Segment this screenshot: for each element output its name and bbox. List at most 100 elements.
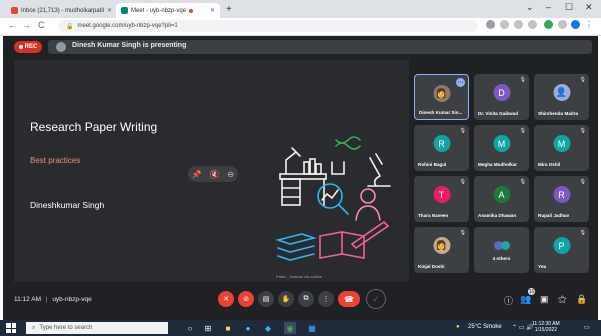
edge-icon[interactable]: ● — [242, 322, 254, 334]
avatar: T — [433, 186, 450, 203]
chat-icon[interactable]: ▣ — [540, 294, 549, 305]
slide-caption: Paths - Instead via outline — [276, 274, 323, 279]
maximize-icon[interactable]: ☐ — [565, 2, 573, 13]
cortana-icon[interactable]: ○ — [184, 322, 196, 334]
check-button[interactable]: ✓ — [366, 289, 386, 309]
close-icon[interactable]: ✕ — [210, 7, 215, 14]
search-icon[interactable] — [500, 20, 509, 29]
mic-off-icon: 🎙 — [579, 179, 586, 185]
tab-meet-label: Meet - uyb-nbzp-vqe — [131, 7, 187, 14]
forward-button[interactable]: → — [22, 20, 31, 30]
profile-avatar[interactable] — [571, 20, 580, 29]
check-icon: ✓ — [372, 293, 380, 304]
info-icon[interactable]: ⓘ — [504, 294, 513, 307]
participant-tile-self[interactable]: 🎙 P You — [534, 227, 589, 273]
host-controls-icon[interactable]: 🔒 — [576, 294, 587, 305]
recording-badge: REC — [14, 41, 42, 53]
more-options-button[interactable]: ⋮ — [318, 291, 334, 307]
mic-toggle-button[interactable]: ✕ — [218, 291, 234, 307]
avatar: P — [553, 237, 570, 254]
more-options-icon[interactable]: ⋯ — [456, 78, 465, 87]
camera-icon[interactable] — [486, 20, 495, 29]
presenter-avatar — [56, 42, 66, 52]
chrome-icon[interactable]: ◉ — [284, 322, 296, 334]
mic-off-icon: 🎙 — [459, 230, 466, 236]
present-button[interactable]: ⧉ — [298, 291, 314, 307]
others-avatars — [490, 237, 514, 254]
address-bar[interactable]: 🔒 meet.google.com/uyb-nbzp-vqe?pli=1 — [58, 20, 478, 32]
tab-inbox-label: Inbox (21,713) - mudholkarpatil — [21, 7, 105, 14]
mute-icon[interactable]: 🔇 — [210, 170, 220, 179]
participant-name: Megha Mudholkar — [478, 162, 518, 167]
avatar: 👤 — [553, 84, 570, 101]
avatar: M — [553, 135, 570, 152]
share-icon[interactable] — [514, 20, 523, 29]
weather-text[interactable]: 25°C Smoke — [468, 324, 502, 330]
back-button[interactable]: ← — [8, 20, 17, 30]
url-text: meet.google.com/uyb-nbzp-vqe?pli=1 — [77, 23, 178, 29]
search-icon: ⌕ — [32, 324, 36, 331]
participant-tile[interactable]: 🎙 M Megha Mudholkar — [474, 125, 529, 171]
file-explorer-icon[interactable]: ■ — [222, 322, 234, 334]
close-icon[interactable]: ✕ — [107, 7, 112, 14]
participant-tile[interactable]: 🎙 M Mira Oshil — [534, 125, 589, 171]
mic-off-icon: 🎙 — [459, 179, 466, 185]
participant-tile[interactable]: 🎙 A Anamika Dhawan — [474, 176, 529, 222]
meeting-code: uyb-nbzp-vqe — [52, 296, 92, 303]
participant-name: Kinjal Doshi — [418, 264, 445, 269]
reload-button[interactable]: C — [38, 20, 45, 30]
puzzle-icon[interactable] — [558, 20, 567, 29]
recording-dot-icon — [189, 8, 194, 13]
participant-name: Dinesh Kumar Sin... — [419, 110, 463, 115]
participant-tile[interactable]: 🎙 👤 Shirshendu Maitra — [534, 74, 589, 120]
chevron-down-icon[interactable]: ⌄ — [526, 2, 534, 13]
participant-tile[interactable]: 🎙 R Rupali Jadhav — [534, 176, 589, 222]
notifications-icon[interactable]: ▭ — [584, 324, 590, 331]
tab-meet[interactable]: Meet - uyb-nbzp-vqe ✕ — [116, 3, 220, 18]
presenting-text: Dinesh Kumar Singh is presenting — [72, 42, 187, 49]
weather-icon: ● — [456, 324, 460, 330]
close-window-icon[interactable]: ✕ — [585, 2, 593, 13]
tab-inbox[interactable]: Inbox (21,713) - mudholkarpatil ✕ — [6, 3, 114, 18]
remove-icon[interactable]: ⊖ — [227, 170, 234, 179]
participant-tile-others[interactable]: 4 others — [474, 227, 529, 273]
mic-off-icon: 🎙 — [579, 77, 586, 83]
end-call-button[interactable]: ☎ — [338, 291, 360, 307]
minimize-icon[interactable]: – — [546, 2, 551, 12]
mic-off-icon: 🎙 — [519, 179, 526, 185]
app-icon[interactable]: ▦ — [306, 322, 318, 334]
tray-icons[interactable]: ⌃ ▭ 🔊 — [512, 324, 534, 331]
slide-author: Dineshkumar Singh — [30, 200, 105, 210]
menu-icon[interactable]: ⋮ — [585, 20, 594, 29]
pin-icon[interactable]: 📌 — [192, 170, 202, 179]
store-icon[interactable]: ◆ — [262, 322, 274, 334]
camera-toggle-button[interactable]: ⊘ — [238, 291, 254, 307]
participant-tile[interactable]: ⋯ 👩 Dinesh Kumar Sin... — [414, 74, 469, 120]
new-tab-button[interactable]: + — [226, 4, 232, 15]
mic-off-icon: 🎙 — [519, 128, 526, 134]
participant-tile[interactable]: 🎙 R Rohini Bagul — [414, 125, 469, 171]
separator: | — [45, 296, 48, 303]
bookmark-icon[interactable] — [528, 20, 537, 29]
raise-hand-button[interactable]: ✋ — [278, 291, 294, 307]
slide-subtitle: Best practices — [30, 156, 81, 165]
taskbar-search[interactable]: ⌕ Type here to search — [26, 322, 168, 334]
participant-tile[interactable]: 🎙 D Dr. Vinita Gaikwad — [474, 74, 529, 120]
participant-tile[interactable]: 🎙 T Thara Naveen — [414, 176, 469, 222]
extension-icon[interactable] — [544, 20, 553, 29]
activities-icon[interactable]: ⚝ — [558, 294, 567, 305]
record-icon — [18, 45, 23, 49]
people-icon[interactable]: 👥 — [520, 294, 531, 305]
slide-title: Research Paper Writing — [30, 120, 158, 134]
mic-off-icon: 🎙 — [579, 230, 586, 236]
captions-button[interactable]: ▤ — [258, 291, 274, 307]
avatar: R — [433, 135, 450, 152]
camera-off-icon: ⊘ — [243, 296, 249, 303]
avatar — [500, 241, 510, 250]
windows-start-icon[interactable] — [6, 323, 16, 333]
participant-name: Rohini Bagul — [418, 162, 447, 167]
participant-name: Mira Oshil — [538, 162, 561, 167]
taskbar-clock[interactable]: 11:12:30 AM 1/15/2022 — [532, 321, 560, 333]
participant-tile[interactable]: 🎙 👩 Kinjal Doshi — [414, 227, 469, 273]
task-view-icon[interactable]: ⊞ — [202, 322, 214, 334]
